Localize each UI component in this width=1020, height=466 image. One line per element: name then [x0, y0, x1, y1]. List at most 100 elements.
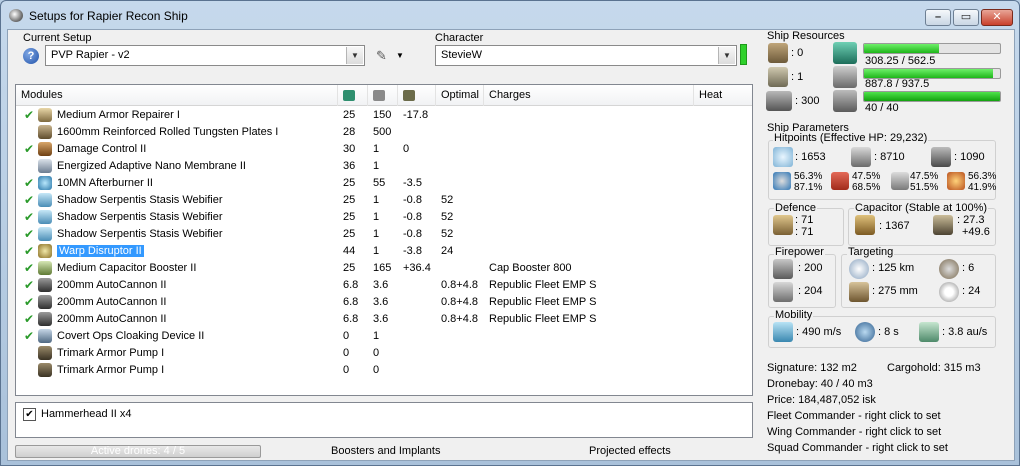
drone-value: 40 / 40: [865, 102, 899, 114]
fleet-commander[interactable]: Fleet Commander - right click to set: [767, 410, 941, 422]
col-powergrid[interactable]: [368, 85, 398, 106]
module-cpu: 25: [343, 177, 356, 189]
module-row[interactable]: Trimark Armor Pump I 0 0: [16, 345, 752, 362]
module-cpu: 25: [343, 228, 356, 240]
turret-dps: : 200: [798, 262, 823, 274]
module-row[interactable]: ✔ 200mm AutoCannon II 6.8 3.6 0.8+4.8 Republi…: [16, 294, 752, 311]
explosive-resist-shield: 56.3%: [968, 171, 997, 182]
module-row[interactable]: 1600mm Reinforced Rolled Tungsten Plates…: [16, 124, 752, 141]
module-row[interactable]: ✔ Medium Capacitor Booster II 25 165 +36.4 Ca…: [16, 260, 752, 277]
module-name: Shadow Serpentis Stasis Webifier: [57, 194, 223, 206]
max-targets: : 6: [962, 262, 975, 274]
module-capacitor: -0.8: [403, 228, 422, 240]
afterburner-icon: [38, 176, 52, 190]
active-check-icon[interactable]: ✔: [24, 244, 34, 258]
module-name: Energized Adaptive Nano Membrane II: [57, 160, 246, 172]
active-check-icon[interactable]: ✔: [24, 295, 34, 309]
module-row[interactable]: Trimark Armor Pump I 0 0: [16, 362, 752, 379]
drone-label[interactable]: Hammerhead II x4: [41, 408, 131, 420]
active-check-icon[interactable]: ✔: [24, 329, 34, 343]
signature-radius: Signature: 132 m2: [767, 362, 857, 374]
module-row[interactable]: ✔ 200mm AutoCannon II 6.8 3.6 0.8+4.8 Republi…: [16, 277, 752, 294]
character-label: Character: [435, 32, 484, 44]
module-powergrid: 500: [373, 126, 392, 138]
active-check-icon[interactable]: ✔: [24, 261, 34, 275]
wing-commander[interactable]: Wing Commander - right click to set: [767, 426, 941, 438]
col-capacitor[interactable]: [398, 85, 436, 106]
close-button[interactable]: ✕: [981, 9, 1013, 26]
module-row[interactable]: ✔ Warp Disruptor II 44 1 -3.8 24: [16, 243, 752, 260]
tab-projected-effects[interactable]: Projected effects: [589, 445, 671, 457]
module-charges: Republic Fleet EMP S: [489, 313, 597, 325]
thermal-resist-icon: [831, 172, 849, 190]
damage-control-icon: [38, 142, 52, 156]
module-capacitor: -3.5: [403, 177, 422, 189]
module-row[interactable]: ✔ 200mm AutoCannon II 6.8 3.6 0.8+4.8 Republi…: [16, 311, 752, 328]
armor-hp-icon: [851, 147, 871, 167]
active-check-icon[interactable]: ✔: [24, 227, 34, 241]
col-cpu[interactable]: [338, 85, 368, 106]
module-cpu: 6.8: [343, 279, 359, 291]
module-capacitor: +36.4: [403, 262, 431, 274]
module-name: 200mm AutoCannon II: [57, 296, 167, 308]
help-icon[interactable]: ?: [23, 48, 39, 64]
tab-boosters-implants[interactable]: Boosters and Implants: [331, 445, 440, 457]
module-row[interactable]: ✔ 10MN Afterburner II 25 55 -3.5: [16, 175, 752, 192]
character-select[interactable]: StevieW ▼: [435, 45, 737, 66]
setup-select[interactable]: PVP Rapier - v2 ▼: [45, 45, 365, 66]
maximize-icon: ▭: [960, 11, 972, 23]
active-check-icon[interactable]: ✔: [24, 278, 34, 292]
drone-checkbox[interactable]: ✔: [23, 408, 36, 421]
ship-resources-label: Ship Resources: [766, 30, 846, 42]
align-time: : 8 s: [878, 326, 899, 338]
capacitor-amount: : 1367: [879, 220, 910, 232]
module-row[interactable]: ✔ Medium Armor Repairer I 25 150 -17.8: [16, 107, 752, 124]
module-row[interactable]: ✔ Shadow Serpentis Stasis Webifier 25 1 -0.8…: [16, 209, 752, 226]
title-bar[interactable]: Setups for Rapier Recon Ship – ▭ ✕: [1, 1, 1019, 29]
col-heat[interactable]: Heat: [694, 85, 752, 106]
col-charges[interactable]: Charges: [484, 85, 694, 106]
module-row[interactable]: ✔ Damage Control II 30 1 0: [16, 141, 752, 158]
capacitor-icon: [403, 90, 415, 101]
scan-resolution: : 275 mm: [872, 285, 918, 297]
capacitor-label: Capacitor (Stable at 100%): [854, 202, 989, 214]
webifier-icon: [38, 193, 52, 207]
minimize-button[interactable]: –: [925, 9, 951, 26]
defence-value-b: : 71: [795, 226, 814, 238]
modules-list[interactable]: Modules Optimal Charges Heat ✔ Medium Arm…: [15, 84, 753, 396]
armor-plate-icon: [38, 125, 52, 139]
active-check-icon[interactable]: ✔: [24, 193, 34, 207]
active-check-icon[interactable]: ✔: [24, 176, 34, 190]
targeting-range-icon: [849, 259, 869, 279]
cpu-icon: [343, 90, 355, 101]
active-check-icon[interactable]: ✔: [24, 312, 34, 326]
firepower-label: Firepower: [774, 246, 825, 258]
active-drones-bar: Active drones: 4 / 5: [15, 445, 261, 458]
maximize-button[interactable]: ▭: [953, 9, 979, 26]
module-row[interactable]: ✔ Shadow Serpentis Stasis Webifier 25 1 -0.8…: [16, 192, 752, 209]
col-modules[interactable]: Modules: [16, 85, 338, 106]
hull-hp: : 1090: [954, 151, 985, 163]
active-check-icon[interactable]: ✔: [24, 210, 34, 224]
turret-damage-icon: [773, 259, 793, 279]
launcher-hardpoint-icon: [768, 67, 788, 87]
em-resist-icon: [773, 172, 791, 190]
chevron-down-icon: ▼: [396, 51, 404, 60]
setup-tools-button[interactable]: ✎ ▼: [374, 48, 410, 66]
module-capacitor: -0.8: [403, 211, 422, 223]
warp-speed: : 3.8 au/s: [942, 326, 988, 338]
module-cpu: 0: [343, 347, 350, 359]
module-powergrid: 1: [373, 330, 380, 342]
module-row[interactable]: ✔ Covert Ops Cloaking Device II 0 1: [16, 328, 752, 345]
active-check-icon[interactable]: ✔: [24, 142, 34, 156]
squad-commander[interactable]: Squad Commander - right click to set: [767, 442, 948, 454]
col-optimal[interactable]: Optimal: [436, 85, 484, 106]
powergrid-bar-fill: [864, 69, 993, 78]
module-powergrid: 3.6: [373, 313, 389, 325]
module-row[interactable]: ✔ Shadow Serpentis Stasis Webifier 25 1 -0.8…: [16, 226, 752, 243]
app-window: Setups for Rapier Recon Ship – ▭ ✕ Curre…: [0, 0, 1020, 466]
drone-bandwidth-icon: [833, 90, 857, 112]
module-row[interactable]: Energized Adaptive Nano Membrane II 36 1: [16, 158, 752, 175]
calibration-value: : 300: [795, 95, 820, 107]
active-check-icon[interactable]: ✔: [24, 108, 34, 122]
